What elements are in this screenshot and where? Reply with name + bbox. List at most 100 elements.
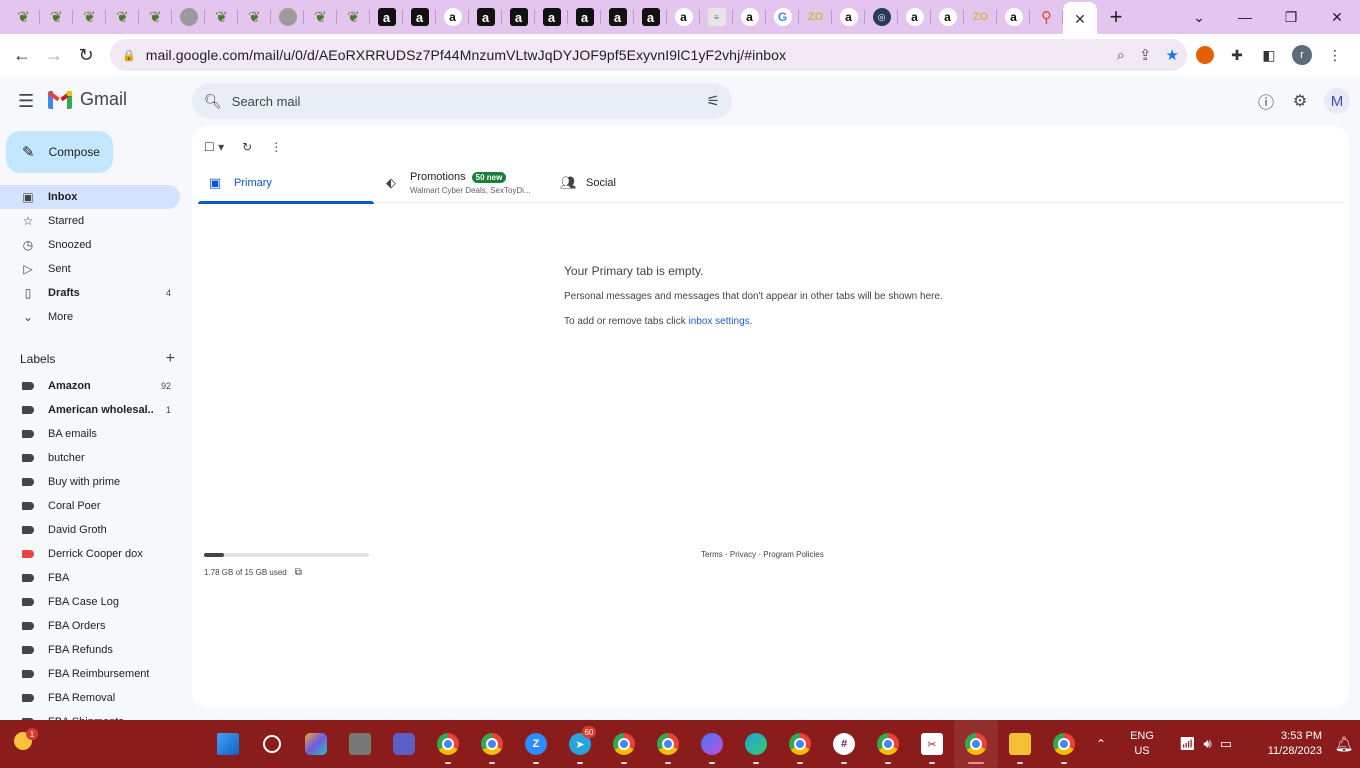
label-item[interactable]: FBA Removal	[0, 686, 180, 710]
settings-gear-icon[interactable]: ⚙	[1290, 91, 1310, 111]
inbox-settings-link[interactable]: inbox settings	[689, 316, 750, 327]
browser-tab[interactable]: ◎	[865, 0, 898, 34]
tab-promotions[interactable]: ⬖ Promotions 50 new Walmart Cyber Deals,…	[374, 163, 550, 203]
search-input[interactable]: Search mail	[232, 94, 301, 109]
browser-tab[interactable]: a	[997, 0, 1030, 34]
search-button[interactable]	[250, 720, 294, 768]
reload-button[interactable]: ↻	[70, 39, 102, 71]
label-item[interactable]: Amazon 92	[0, 374, 180, 398]
zoom-icon[interactable]: ⌕	[1117, 47, 1125, 64]
browser-tab[interactable]: a	[601, 0, 634, 34]
browser-tab[interactable]: a	[931, 0, 964, 34]
label-item[interactable]: Buy with prime	[0, 470, 180, 494]
new-tab-button[interactable]: +	[1097, 4, 1135, 30]
browser-tab[interactable]: a	[436, 0, 469, 34]
file-explorer-app[interactable]	[998, 720, 1042, 768]
volume-icon[interactable]: 🔊︎	[1204, 736, 1212, 752]
forward-button[interactable]: →	[38, 39, 70, 71]
extension-fox-icon[interactable]	[1196, 46, 1214, 64]
share-icon[interactable]: ⇪	[1139, 46, 1152, 64]
label-item[interactable]: FBA Case Log	[0, 590, 180, 614]
label-item[interactable]: Derrick Cooper dox	[0, 542, 180, 566]
snipping-app[interactable]: ✂	[910, 720, 954, 768]
chrome-app-b[interactable]	[470, 720, 514, 768]
browser-tab[interactable]: a	[634, 0, 667, 34]
task-view-app[interactable]	[338, 720, 382, 768]
account-avatar[interactable]: M	[1324, 88, 1350, 114]
search-options-icon[interactable]: ⚟	[707, 92, 720, 110]
profile-avatar[interactable]: r	[1292, 45, 1312, 65]
browser-tab[interactable]: ❦	[238, 0, 271, 34]
bookmark-star-icon[interactable]: ★	[1166, 46, 1179, 64]
tab-social[interactable]: 👥︎ Social	[550, 163, 726, 203]
close-tab-icon[interactable]: ✕	[1074, 11, 1086, 28]
browser-tab[interactable]: ≡	[700, 0, 733, 34]
back-button[interactable]: ←	[6, 39, 38, 71]
select-all-checkbox[interactable]: ☐ ▾	[204, 140, 224, 154]
more-actions-icon[interactable]: ⋮	[270, 140, 282, 154]
sidebar-item-inbox[interactable]: ▣ Inbox	[0, 185, 180, 209]
create-label-icon[interactable]: +	[166, 350, 175, 368]
browser-tab[interactable]: ZO	[799, 0, 832, 34]
browser-tab[interactable]: ❦	[337, 0, 370, 34]
search-bar[interactable]: 🔍︎ Search mail ⚟	[192, 83, 732, 119]
close-window-button[interactable]: ✕	[1314, 0, 1360, 34]
sidebar-item-drafts[interactable]: ▯ Drafts 4	[0, 281, 180, 305]
tab-search-icon[interactable]: ⌄	[1176, 0, 1222, 34]
search-icon[interactable]: 🔍︎	[204, 93, 222, 110]
browser-tab[interactable]: a	[832, 0, 865, 34]
label-item[interactable]: FBA Reimbursement	[0, 662, 180, 686]
label-item[interactable]: FBA Shipments	[0, 710, 180, 720]
telegram-app[interactable]: ➤ 60	[558, 720, 602, 768]
tab-primary[interactable]: ▣ Primary	[198, 163, 374, 204]
sidebar-item-more[interactable]: ⌄ More	[0, 305, 180, 329]
sidebar-item-starred[interactable]: ☆ Starred	[0, 209, 180, 233]
browser-tab[interactable]	[271, 0, 304, 34]
zoom-app[interactable]: Z	[514, 720, 558, 768]
label-item[interactable]: Coral Poer	[0, 494, 180, 518]
extensions-puzzle-icon[interactable]: ✚	[1228, 46, 1246, 64]
wifi-icon[interactable]: 📶︎	[1179, 736, 1196, 752]
browser-tab[interactable]: a	[898, 0, 931, 34]
side-panel-icon[interactable]: ◧	[1260, 46, 1278, 64]
lock-icon[interactable]: 🔒	[122, 49, 136, 62]
main-menu-icon[interactable]: ☰	[18, 91, 34, 112]
sidebar-item-snoozed[interactable]: ◷ Snoozed	[0, 233, 180, 257]
clock[interactable]: 3:53 PM 11/28/2023	[1242, 729, 1322, 759]
chrome-app-d[interactable]	[646, 720, 690, 768]
weather-widget[interactable]: 1	[10, 728, 38, 754]
restore-button[interactable]: ❐	[1268, 0, 1314, 34]
address-bar[interactable]: 🔒 mail.google.com/mail/u/0/d/AEoRXRRUDSz…	[110, 39, 1187, 71]
teams-app[interactable]	[382, 720, 426, 768]
browser-tab[interactable]: a	[535, 0, 568, 34]
chrome-app-e[interactable]	[778, 720, 822, 768]
browser-menu-icon[interactable]: ⋮	[1326, 46, 1344, 64]
browser-tab[interactable]: a	[733, 0, 766, 34]
browser-tab[interactable]: ❦	[40, 0, 73, 34]
label-item[interactable]: American wholesal... 1	[0, 398, 180, 422]
label-item[interactable]: FBA Refunds	[0, 638, 180, 662]
browser-tab[interactable]: G	[766, 0, 799, 34]
notification-bell-icon[interactable]: 🔔︎	[1328, 735, 1360, 753]
chrome-app-c[interactable]	[602, 720, 646, 768]
sidebar-item-sent[interactable]: ▷ Sent	[0, 257, 180, 281]
label-item[interactable]: BA emails	[0, 422, 180, 446]
browser-tab[interactable]: ❦	[106, 0, 139, 34]
refresh-icon[interactable]: ↻	[242, 140, 252, 154]
label-item[interactable]: butcher	[0, 446, 180, 470]
footer-links[interactable]: Terms · Privacy · Program Policies	[701, 550, 824, 559]
messenger-app[interactable]	[690, 720, 734, 768]
chrome-app-f[interactable]	[866, 720, 910, 768]
browser-tab[interactable]: a	[469, 0, 502, 34]
browser-tab[interactable]: ⚲	[1030, 0, 1063, 34]
label-item[interactable]: FBA	[0, 566, 180, 590]
browser-tab[interactable]: a	[502, 0, 535, 34]
browser-tab[interactable]: a	[403, 0, 436, 34]
open-external-icon[interactable]: ⧉	[295, 567, 302, 578]
label-item[interactable]: FBA Orders	[0, 614, 180, 638]
help-icon[interactable]: ⓘ	[1256, 91, 1276, 112]
minimize-button[interactable]: —	[1222, 0, 1268, 34]
start-button[interactable]	[206, 720, 250, 768]
url-text[interactable]: mail.google.com/mail/u/0/d/AEoRXRRUDSz7P…	[146, 47, 786, 63]
browser-tab[interactable]: a	[667, 0, 700, 34]
